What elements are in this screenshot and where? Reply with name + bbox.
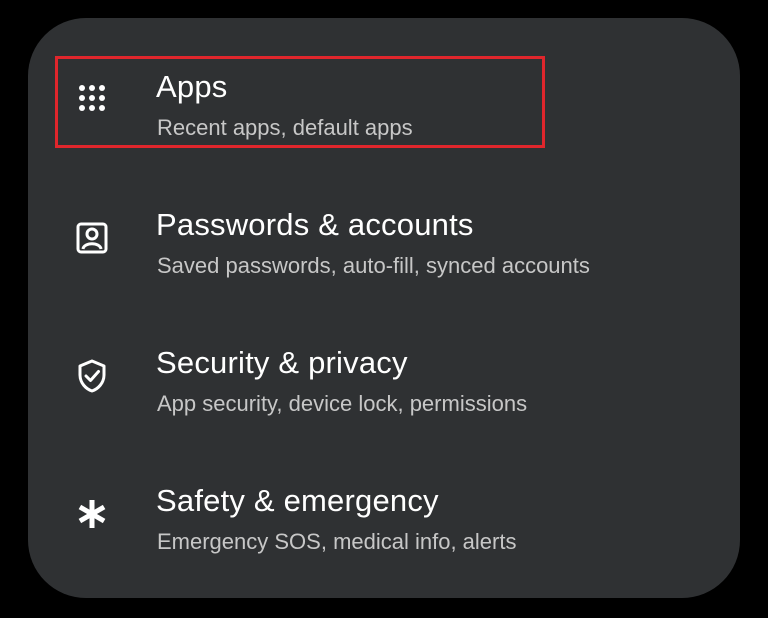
asterisk-icon [72,494,112,534]
account-box-icon [72,218,112,258]
settings-item-subtitle: Emergency SOS, medical info, alerts [157,529,517,554]
settings-item-passwords-accounts[interactable]: Passwords & accounts Saved passwords, au… [28,204,740,304]
settings-item-apps[interactable]: Apps Recent apps, default apps [28,66,740,166]
settings-item-subtitle: App security, device lock, permissions [157,391,528,416]
settings-item-security-privacy[interactable]: Security & privacy App security, device … [28,342,740,442]
settings-list: Apps Recent apps, default apps Passwords… [28,18,740,598]
settings-item-title: Security & privacy [156,345,408,380]
shield-check-icon [72,356,112,396]
settings-item-subtitle: Saved passwords, auto-fill, synced accou… [157,253,590,278]
settings-item-subtitle: Recent apps, default apps [157,115,413,140]
apps-grid-icon [72,78,112,118]
settings-item-safety-emergency[interactable]: Safety & emergency Emergency SOS, medica… [28,480,740,580]
settings-item-title: Safety & emergency [156,483,439,518]
settings-item-title: Apps [156,69,228,104]
settings-item-title: Passwords & accounts [156,207,474,242]
